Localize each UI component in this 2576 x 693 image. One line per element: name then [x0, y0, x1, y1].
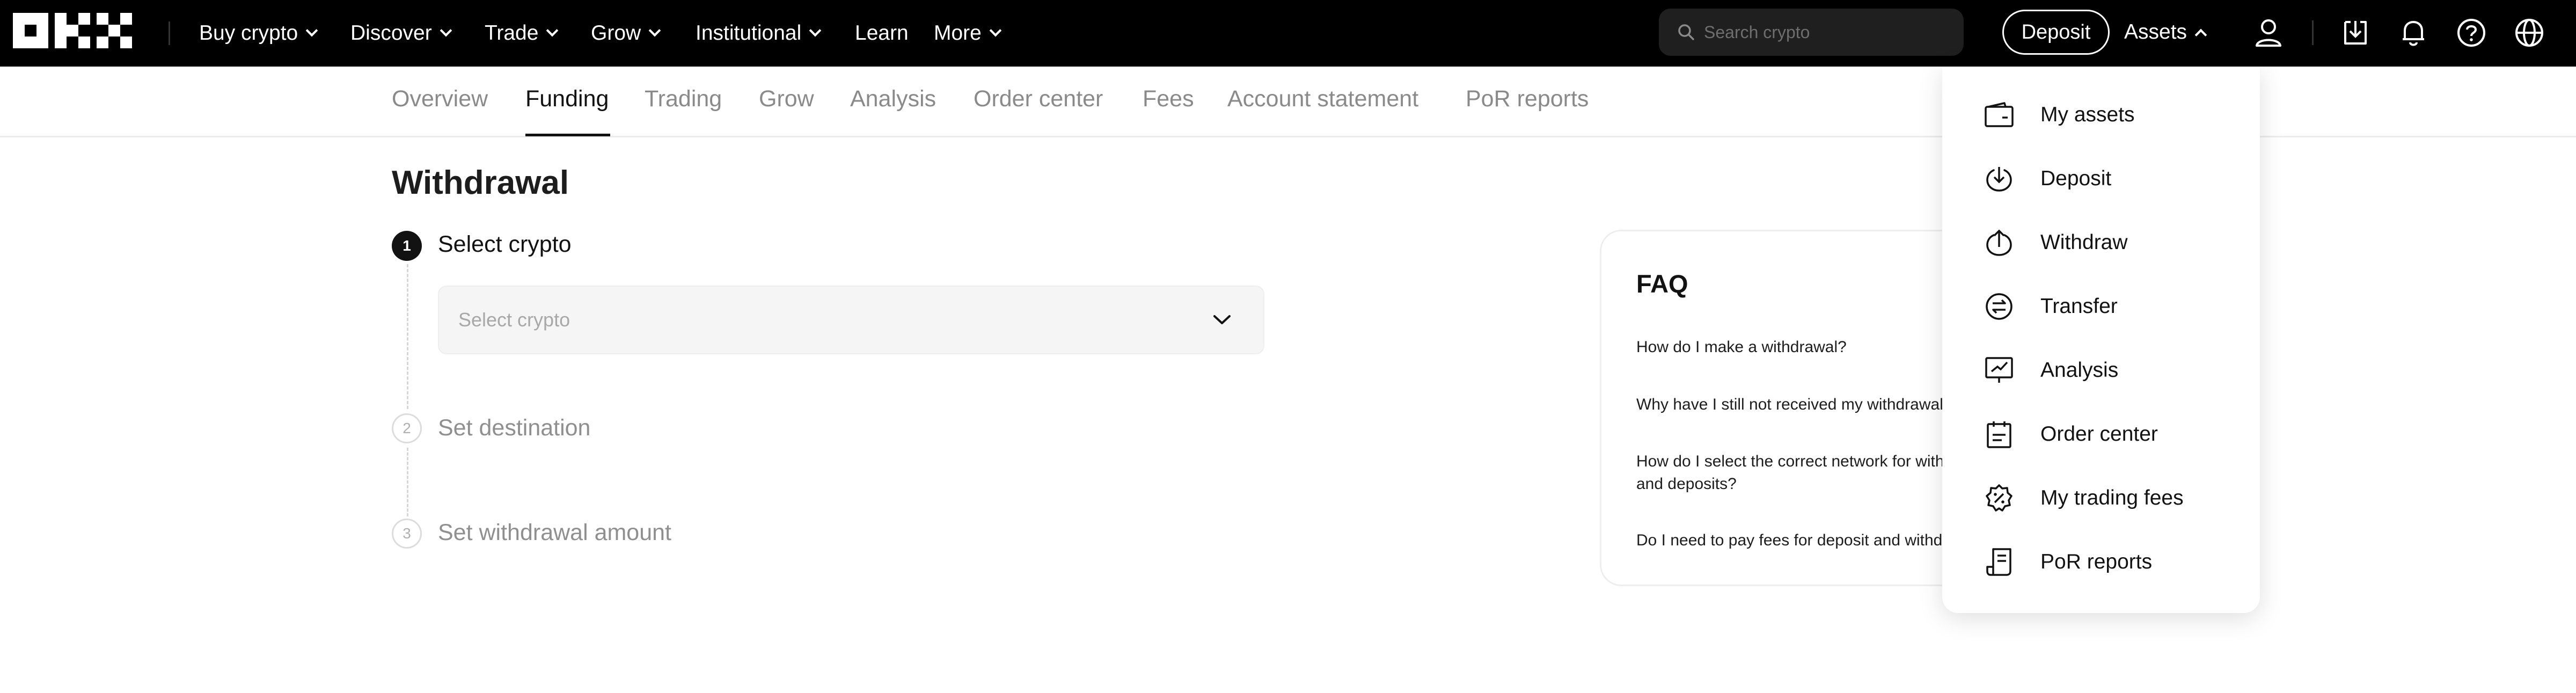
nav-trade[interactable]: Trade [485, 17, 559, 49]
select-crypto-placeholder: Select crypto [458, 309, 570, 331]
active-tab-indicator [525, 134, 610, 136]
assets-menu-button[interactable]: Assets [2124, 16, 2207, 48]
okx-logo[interactable] [13, 13, 132, 50]
step-1-label: Select crypto [438, 231, 572, 257]
nav-more[interactable]: More [934, 17, 1002, 49]
menu-item-my-assets[interactable]: My assets [1942, 88, 2260, 142]
menu-item-label: Transfer [2040, 295, 2118, 318]
tab-trading[interactable]: Trading [645, 86, 722, 112]
menu-item-deposit[interactable]: Deposit [1942, 152, 2260, 206]
menu-item-label: Deposit [2040, 167, 2112, 190]
menu-item-withdraw[interactable]: Withdraw [1942, 216, 2260, 269]
step-2-label: Set destination [438, 415, 591, 441]
analysis-icon [1983, 354, 2015, 386]
wallet-icon [1983, 99, 2015, 131]
faq-card: FAQ How do I make a withdrawal? Why have… [1600, 230, 1975, 586]
nav-learn[interactable]: Learn [855, 17, 909, 49]
chevron-down-icon [1213, 315, 1231, 324]
menu-item-label: PoR reports [2040, 550, 2153, 573]
por-reports-icon [1983, 546, 2015, 578]
step-1-indicator: 1 [392, 231, 422, 261]
icon-divider [2312, 20, 2314, 45]
deposit-icon [1983, 163, 2015, 195]
chevron-down-icon [440, 24, 452, 37]
nav-label: Grow [591, 21, 641, 45]
nav-divider [169, 21, 170, 45]
select-crypto-dropdown[interactable]: Select crypto [438, 286, 1264, 354]
faq-question[interactable]: How do I select the correct network for … [1636, 450, 1974, 495]
menu-item-analysis[interactable]: Analysis [1942, 344, 2260, 397]
tab-funding[interactable]: Funding [525, 86, 609, 112]
nav-label: Discover [350, 21, 432, 45]
transfer-icon [1983, 290, 2015, 323]
nav-label: Trade [485, 21, 539, 45]
tab-overview[interactable]: Overview [392, 86, 488, 112]
faq-title: FAQ [1636, 269, 1688, 298]
deposit-button[interactable]: Deposit [2002, 10, 2110, 55]
menu-item-order-center[interactable]: Order center [1942, 407, 2260, 461]
nav-institutional[interactable]: Institutional [696, 17, 822, 49]
menu-item-my-trading-fees[interactable]: My trading fees [1942, 471, 2260, 525]
menu-item-por-reports[interactable]: PoR reports [1942, 535, 2260, 589]
tab-por-reports[interactable]: PoR reports [1466, 86, 1589, 112]
nav-buy-crypto[interactable]: Buy crypto [199, 17, 318, 49]
search-input[interactable] [1704, 22, 1951, 42]
assets-label: Assets [2124, 20, 2187, 43]
search-icon [1678, 24, 1694, 40]
search-box[interactable] [1659, 9, 1964, 56]
nav-discover[interactable]: Discover [350, 17, 452, 49]
tab-account-statement[interactable]: Account statement [1227, 86, 1418, 112]
step-3-indicator: 3 [392, 519, 422, 549]
faq-question[interactable]: How do I make a withdrawal? [1636, 336, 1974, 359]
withdraw-icon [1983, 227, 2015, 259]
tab-order-center[interactable]: Order center [974, 86, 1103, 112]
menu-item-label: Order center [2040, 422, 2158, 446]
assets-dropdown-menu: My assets Deposit Withdraw Transfer Anal… [1942, 67, 2260, 613]
menu-item-label: Analysis [2040, 359, 2119, 382]
step-2-indicator: 2 [392, 413, 422, 443]
faq-question[interactable]: Why have I still not received my withdra… [1636, 393, 1974, 416]
chevron-down-icon [648, 24, 661, 37]
faq-question[interactable]: Do I need to pay fees for deposit and wi… [1636, 529, 1974, 552]
menu-item-label: My assets [2040, 103, 2135, 126]
chevron-down-icon [546, 24, 559, 37]
chevron-up-icon [2194, 28, 2207, 41]
help-icon[interactable] [2455, 16, 2488, 49]
nav-label: Learn [855, 21, 909, 45]
menu-item-label: Withdraw [2040, 231, 2128, 254]
chevron-down-icon [809, 24, 822, 37]
chevron-down-icon [989, 24, 1002, 37]
nav-label: More [934, 21, 982, 45]
page-title: Withdrawal [392, 164, 569, 201]
bell-icon[interactable] [2397, 16, 2430, 49]
nav-label: Buy crypto [199, 21, 298, 45]
tab-fees[interactable]: Fees [1143, 86, 1194, 112]
step-connector [407, 448, 408, 516]
top-navigation-bar: Buy crypto Discover Trade Grow Instituti… [0, 0, 2576, 67]
order-center-icon [1983, 418, 2015, 450]
nav-grow[interactable]: Grow [591, 17, 661, 49]
step-3-label: Set withdrawal amount [438, 520, 671, 545]
tab-analysis[interactable]: Analysis [850, 86, 936, 112]
download-icon[interactable] [2339, 16, 2372, 49]
step-connector [407, 264, 408, 409]
globe-icon[interactable] [2513, 16, 2546, 49]
nav-label: Institutional [696, 21, 802, 45]
user-icon[interactable] [2252, 16, 2285, 49]
trading-fees-icon [1983, 482, 2015, 514]
menu-item-label: My trading fees [2040, 486, 2184, 509]
tab-grow[interactable]: Grow [759, 86, 814, 112]
chevron-down-icon [305, 24, 318, 37]
menu-item-transfer[interactable]: Transfer [1942, 280, 2260, 333]
